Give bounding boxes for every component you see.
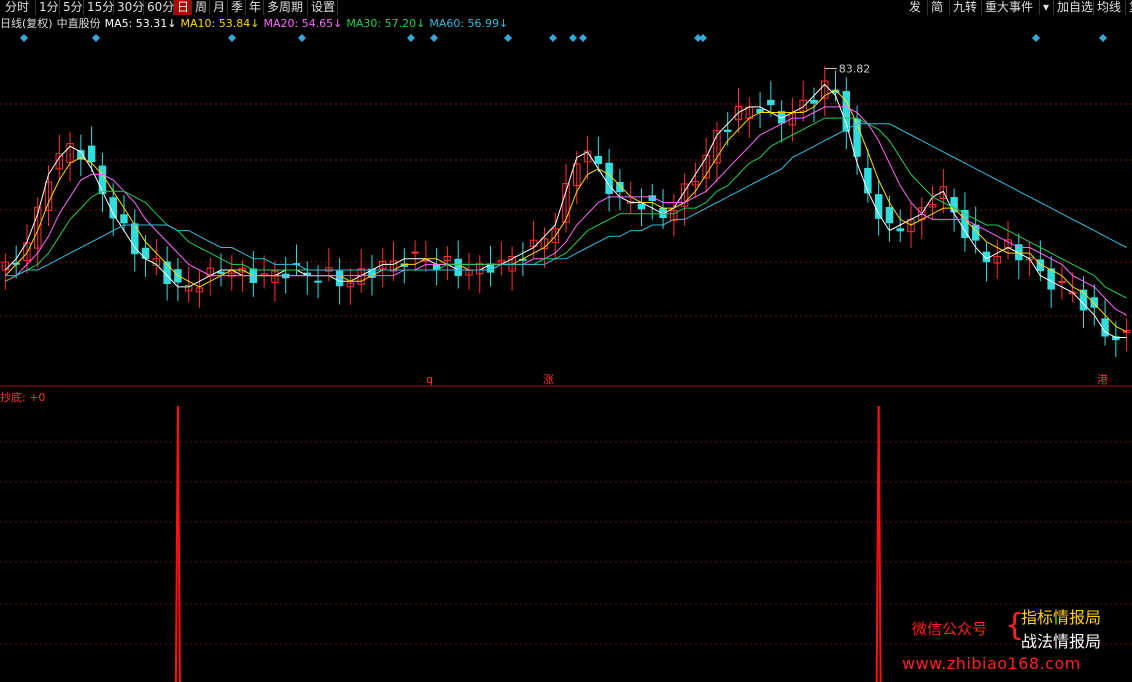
signal-diamond-12	[1032, 34, 1040, 42]
candle-body-8	[87, 145, 96, 163]
candle-body-11	[120, 214, 128, 224]
candle-body-67	[723, 129, 732, 133]
candle-body-42	[454, 258, 462, 277]
watermark-url: www.zhibiao168.com	[902, 654, 1081, 673]
candle-body-97	[1047, 268, 1055, 290]
candle-body-20	[217, 271, 225, 274]
watermark-left: 微信公众号	[912, 620, 988, 638]
candle-body-56	[605, 162, 613, 194]
candle-body-82	[885, 207, 894, 224]
candle-body-80	[864, 167, 872, 194]
signal-spike-1-b	[877, 405, 882, 682]
marker-q: q	[426, 373, 433, 386]
watermark: 微信公众号 { 指标情报局 战法情报局 www.zhibiao168.com	[902, 604, 1122, 680]
candle-body-9	[98, 165, 107, 194]
signal-diamond-3	[298, 34, 306, 42]
signal-diamond-8	[569, 34, 577, 42]
signal-spike-0-b	[176, 405, 181, 682]
signal-diamond-6	[504, 34, 512, 42]
signal-diamond-5	[430, 34, 438, 42]
signal-diamond-2	[228, 34, 236, 42]
candle-body-81	[874, 194, 883, 219]
candle-body-31	[335, 270, 344, 287]
signal-diamond-7	[549, 34, 557, 42]
signal-diamond-4	[407, 34, 415, 42]
high-label: 83.82	[839, 63, 871, 76]
candle-body-71	[767, 99, 775, 106]
candle-body-29	[314, 280, 322, 283]
candle-body-83	[896, 228, 904, 232]
signal-diamond-1	[92, 34, 100, 42]
watermark-right-top: 指标情报局	[1021, 608, 1102, 627]
candle-body-98	[1058, 280, 1066, 283]
signal-diamond-0	[20, 34, 28, 42]
marker-zhang: 涨	[543, 373, 554, 386]
candle-body-59	[637, 203, 646, 210]
indicator-label: 抄底: +0	[0, 391, 46, 404]
candle-body-38	[411, 251, 419, 254]
signal-diamond-11	[699, 34, 707, 42]
signal-diamond-9	[579, 34, 587, 42]
candle-body-55	[594, 155, 603, 164]
signal-diamond-13	[1099, 34, 1107, 42]
candle-body-75	[810, 99, 818, 104]
kline-chart: 83.82 q 涨 港	[0, 34, 1132, 682]
candle-body-10	[109, 197, 117, 219]
marker-gang: 港	[1097, 373, 1108, 386]
watermark-right-bottom: 战法情报局	[1021, 632, 1102, 651]
